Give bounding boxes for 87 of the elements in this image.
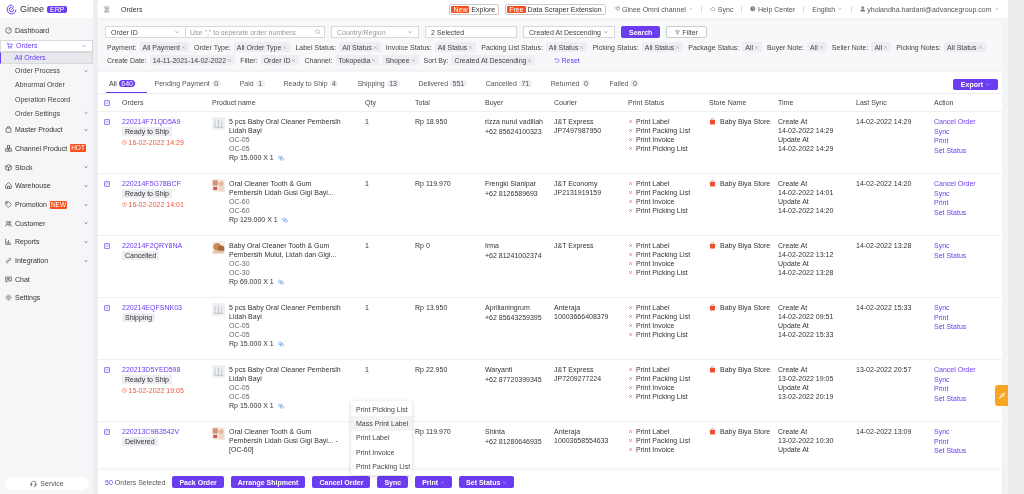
clock-icon (122, 388, 127, 393)
checkbox[interactable] (104, 366, 110, 373)
search-icon (315, 29, 321, 35)
chevron-down-icon (83, 67, 89, 74)
chevron-down-icon (83, 257, 89, 264)
checkbox[interactable] (104, 428, 110, 435)
shopping-bag-icon (709, 304, 716, 311)
chevron-down-icon (985, 81, 990, 87)
shopping-bag-icon (709, 180, 716, 187)
close-icon (977, 44, 983, 50)
chevron-down-icon (174, 29, 180, 35)
tick-icon (105, 367, 109, 372)
checkbox[interactable] (104, 242, 110, 249)
logo-icon (6, 3, 17, 15)
user-icon (859, 6, 866, 12)
shopping-bag-icon (709, 242, 716, 249)
chevron-down-icon (502, 479, 508, 485)
close-icon (754, 44, 760, 50)
close-icon (291, 57, 297, 63)
chart-icon (5, 238, 12, 246)
clock-icon (122, 202, 127, 207)
link-icon (5, 257, 12, 265)
checkbox[interactable] (104, 118, 110, 125)
tick-icon (105, 119, 109, 124)
chevron-down-icon (440, 479, 446, 485)
tick-icon (105, 243, 109, 248)
chevron-down-icon (407, 29, 413, 35)
chevron-down-icon (83, 220, 89, 227)
close-icon (180, 44, 186, 50)
help-icon (750, 6, 756, 12)
cube-icon (5, 163, 12, 171)
linked-squares-icon (277, 402, 284, 409)
reset-icon (554, 57, 561, 63)
boxes-icon (5, 144, 12, 152)
bag-icon (5, 126, 12, 134)
floating-widget[interactable] (995, 385, 1008, 406)
checkbox[interactable] (104, 304, 110, 311)
chevron-up-icon (81, 42, 87, 49)
chevron-down-icon (83, 126, 89, 133)
chat-icon (5, 275, 12, 283)
linked-squares-icon (277, 340, 284, 347)
close-icon (883, 44, 889, 50)
chevron-down-icon (83, 182, 89, 189)
chevron-down-icon (837, 6, 843, 12)
close-icon (675, 44, 681, 50)
close-icon (282, 44, 288, 50)
scrollbar[interactable] (1008, 0, 1024, 494)
menu-icon (103, 5, 110, 13)
tick-icon (105, 429, 109, 434)
shopping-bag-icon (709, 118, 716, 125)
cloud-icon (710, 6, 716, 12)
linked-squares-icon (277, 278, 284, 285)
tag-icon (5, 201, 12, 209)
tick-icon (105, 100, 109, 106)
house-icon (5, 182, 12, 190)
linked-squares-icon (277, 154, 284, 161)
close-icon (468, 44, 474, 50)
shopping-bag-icon (709, 366, 716, 373)
people-icon (5, 219, 12, 227)
close-icon (372, 44, 378, 50)
chevron-down-icon (83, 164, 89, 171)
brand-name: Ginee (20, 4, 45, 14)
gear-icon (5, 294, 12, 302)
close-icon (818, 44, 824, 50)
cart-icon (6, 42, 13, 50)
filter-icon (675, 29, 681, 35)
checkbox[interactable] (104, 180, 110, 187)
tick-icon (105, 181, 109, 186)
shopping-bag-icon (709, 428, 716, 435)
tick-icon (105, 305, 109, 310)
close-icon (579, 44, 585, 50)
checkbox[interactable] (104, 99, 110, 106)
close-icon (371, 57, 377, 63)
chevron-down-icon (687, 6, 694, 12)
linked-squares-icon (281, 216, 288, 223)
chevron-down-icon (83, 201, 89, 208)
close-icon (227, 57, 233, 63)
chevron-down-icon (83, 110, 89, 117)
chevron-down-icon (83, 238, 89, 245)
chevron-down-icon (993, 6, 999, 12)
close-icon (527, 57, 533, 63)
gauge-icon (5, 26, 12, 34)
headset-icon (30, 480, 38, 487)
diamond-icon (614, 6, 621, 12)
close-icon (410, 57, 416, 63)
chevron-down-icon (603, 29, 609, 35)
clock-icon (122, 140, 127, 145)
